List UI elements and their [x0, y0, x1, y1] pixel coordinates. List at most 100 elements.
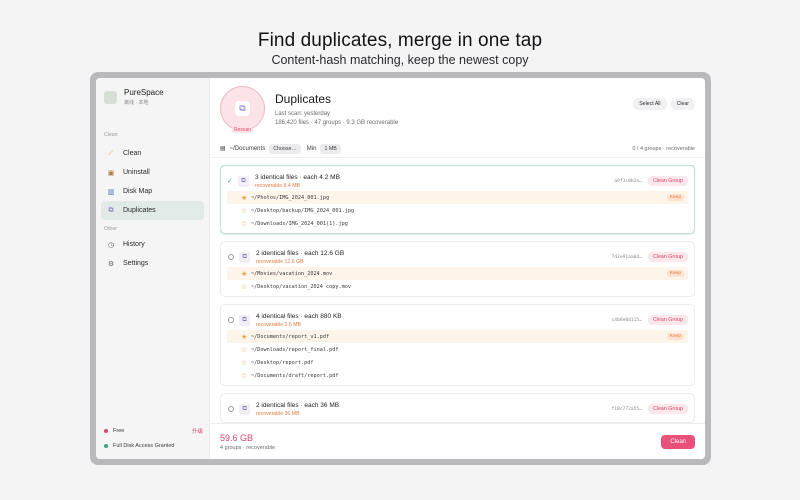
folder-icon: ▤ — [220, 146, 226, 152]
app-name: PureSpace — [124, 88, 164, 97]
file-path: ~/Desktop/backup/IMG_2024_001.jpg — [251, 207, 355, 214]
rescan-button[interactable]: ⧉ Rescan — [220, 86, 265, 133]
clean-button[interactable]: Clean — [661, 434, 695, 449]
group-recoverable: recoverable 12.6 GB — [256, 258, 304, 265]
main-panel: ⧉ Rescan Duplicates Last scan: yesterday… — [210, 78, 705, 459]
duplicates-icon: ⧉ — [239, 251, 250, 263]
clean-group-button[interactable]: Clean Group — [647, 252, 688, 262]
star-icon[interactable]: ☆ — [241, 283, 251, 291]
star-icon[interactable]: ★ — [241, 270, 251, 278]
clean-group-button[interactable]: Clean Group — [647, 176, 688, 186]
group-select-radio[interactable] — [228, 406, 234, 412]
file-row[interactable]: ☆ ~/Downloads/IMG_2024_001(1).jpg — [227, 217, 688, 230]
file-row[interactable]: ☆ ~/Desktop/report.pdf — [227, 356, 688, 369]
last-scan-text: Last scan: yesterday — [275, 111, 331, 117]
sidebar-item-duplicates[interactable]: ⧉ Duplicates — [101, 201, 204, 220]
duplicates-icon: ⧉ — [108, 206, 114, 214]
sidebar-item-label: History — [123, 241, 145, 248]
app-subtitle: 离线 · 本地 — [124, 100, 149, 106]
gear-icon: ⚙ — [107, 260, 115, 268]
bar-chart-icon: ▥ — [107, 188, 115, 196]
star-icon[interactable]: ★ — [241, 194, 251, 202]
file-row[interactable]: ★ ~/Movies/vacation_2024.mov Keep — [227, 267, 688, 280]
group-hash: 7d2e91aa04… — [611, 254, 642, 260]
star-icon[interactable]: ★ — [241, 333, 251, 341]
duplicate-group[interactable]: ⧉ 2 identical files · each 12.6 GB recover… — [220, 241, 695, 297]
min-size-select[interactable]: 1 MB — [320, 143, 341, 154]
group-title: 2 identical files · each 36 MB — [256, 401, 340, 409]
star-icon[interactable]: ☆ — [241, 372, 251, 380]
file-row[interactable]: ★ ~/Photos/IMG_2024_001.jpg Keep — [227, 191, 688, 204]
selection-summary: 0 / 4 groups · recoverable — [632, 145, 695, 152]
file-row[interactable]: ☆ ~/Desktop/backup/IMG_2024_001.jpg — [227, 204, 688, 217]
box-icon: ▣ — [107, 169, 115, 177]
star-icon[interactable]: ☆ — [241, 346, 251, 354]
device-frame: PureSpace 离线 · 本地 Clean ⟋ Clean ▣ Uninst… — [90, 72, 711, 465]
group-hash: c4b8e0d115… — [611, 317, 642, 323]
sidebar-item-label: Duplicates — [123, 207, 156, 214]
group-recoverable: recoverable 8.4 MB — [255, 182, 300, 189]
keep-badge: Keep — [666, 270, 684, 277]
access-status-dot — [104, 444, 108, 448]
group-hash: a9f3c0b2e… — [614, 178, 642, 184]
checkmark-icon[interactable]: ✓ — [227, 177, 236, 185]
sidebar: PureSpace 离线 · 本地 Clean ⟋ Clean ▣ Uninst… — [96, 78, 210, 459]
sidebar-item-settings[interactable]: ⚙ Settings — [101, 254, 204, 273]
file-row[interactable]: ★ ~/Documents/report_v1.pdf Keep — [227, 330, 688, 343]
total-recoverable: 59.6 GB — [220, 432, 254, 443]
keep-badge: Keep — [666, 333, 684, 340]
group-hash: f10c772a55… — [611, 406, 642, 412]
sidebar-item-disk-map[interactable]: ▥ Disk Map — [101, 182, 204, 201]
section-label-clean: Clean — [104, 132, 118, 138]
star-icon[interactable]: ☆ — [241, 359, 251, 367]
plan-label: Free — [113, 428, 125, 434]
clean-group-button[interactable]: Clean Group — [647, 404, 688, 414]
file-path: ~/Documents/draft/report.pdf — [251, 372, 339, 379]
select-all-button[interactable]: Select All — [633, 98, 667, 110]
upgrade-link[interactable]: 升级 — [192, 427, 203, 435]
sidebar-item-clean[interactable]: ⟋ Clean — [101, 144, 204, 163]
sidebar-item-label: Clean — [123, 150, 142, 157]
group-title: 4 identical files · each 880 KB — [256, 312, 342, 320]
sidebar-item-uninstall[interactable]: ▣ Uninstall — [101, 163, 204, 182]
group-header: ⧉ 2 identical files · each 12.6 GB recover… — [227, 247, 688, 267]
clean-group-button[interactable]: Clean Group — [647, 315, 688, 325]
plan-status-dot — [104, 429, 108, 433]
rescan-label: Rescan — [231, 127, 254, 133]
group-recoverable: recoverable 36 MB — [256, 410, 300, 417]
broom-icon: ⟋ — [108, 149, 114, 157]
app-logo — [104, 90, 117, 104]
sidebar-item-history[interactable]: ◷ History — [101, 235, 204, 254]
file-path: ~/Desktop/report.pdf — [251, 359, 314, 366]
file-path: ~/Documents/report_v1.pdf — [251, 333, 330, 340]
group-select-radio[interactable] — [228, 317, 234, 323]
keep-badge: Keep — [666, 194, 684, 201]
brand: PureSpace 离线 · 本地 — [96, 78, 209, 106]
sidebar-item-label: Settings — [123, 260, 149, 267]
duplicate-group-list: ✓ ⧉ 3 identical files · each 4.2 MB recover… — [220, 165, 695, 423]
file-row[interactable]: ☆ ~/Downloads/report_final.pdf — [227, 343, 688, 356]
bottom-bar: 59.6 GB 4 groups · recoverable Clean — [210, 423, 705, 459]
group-header: ⧉ 4 identical files · each 880 KB recovera… — [227, 310, 688, 330]
group-header: ⧉ 2 identical files · each 36 MB recoverab… — [227, 399, 688, 419]
duplicates-icon: ⧉ — [239, 314, 250, 326]
duplicate-group[interactable]: ✓ ⧉ 3 identical files · each 4.2 MB recover… — [220, 165, 695, 234]
duplicate-group[interactable]: ⧉ 2 identical files · each 36 MB recoverab… — [220, 393, 695, 423]
file-path: ~/Movies/vacation_2024.mov — [251, 270, 333, 277]
sidebar-footer: Free 升级 Full Disk Access Granted — [104, 426, 203, 451]
file-path: ~/Downloads/report_final.pdf — [251, 346, 339, 353]
duplicate-group[interactable]: ⧉ 4 identical files · each 880 KB recovera… — [220, 304, 695, 386]
hero-subtitle: Content-hash matching, keep the newest c… — [271, 53, 529, 67]
group-select-radio[interactable] — [228, 254, 234, 260]
access-row: Full Disk Access Granted — [104, 441, 203, 451]
scan-path: ~/Documents — [229, 145, 266, 152]
file-row[interactable]: ☆ ~/Desktop/vacation_2024 copy.mov — [227, 280, 688, 293]
duplicates-icon: ⧉ — [238, 175, 249, 187]
clear-button[interactable]: Clear — [670, 98, 695, 110]
choose-folder-button[interactable]: Choose… — [269, 143, 301, 154]
group-title: 3 identical files · each 4.2 MB — [255, 173, 340, 181]
star-icon[interactable]: ☆ — [241, 220, 251, 228]
file-path: ~/Desktop/vacation_2024 copy.mov — [251, 283, 351, 290]
file-row[interactable]: ☆ ~/Documents/draft/report.pdf — [227, 369, 688, 382]
star-icon[interactable]: ☆ — [241, 207, 251, 215]
